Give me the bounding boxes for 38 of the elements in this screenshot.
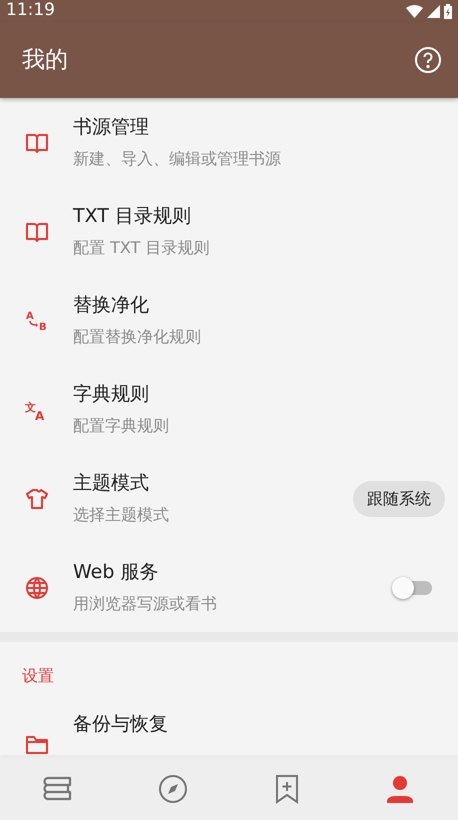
item-subtitle: 配置字典规则 — [73, 416, 170, 438]
item-title: Web 服务 — [73, 560, 160, 584]
theme-mode-chip[interactable]: 跟随系统 — [353, 480, 445, 516]
item-title: TXT 目录规则 — [73, 204, 192, 228]
settings-item[interactable]: A B 替换净化 配置替换净化规则 — [0, 276, 458, 365]
status-time: 11:19 — [6, 0, 55, 22]
item-subtitle: 新建、导入、编辑或管理书源 — [73, 149, 282, 170]
settings-item[interactable]: TXT 目录规则 配置 TXT 目录规则 — [0, 187, 458, 276]
settings-item[interactable]: 书源管理 新建、导入、编辑或管理书源 — [0, 98, 458, 187]
item-title: 备份与恢复 — [73, 712, 169, 737]
item-subtitle: 配置 TXT 目录规则 — [73, 238, 210, 260]
shirt-icon — [24, 488, 48, 510]
translate-icon: 文 A — [24, 398, 48, 420]
item-title: 替换净化 — [73, 292, 150, 318]
settings-item[interactable]: 备份与恢复 — [0, 708, 458, 757]
wifi-icon — [406, 4, 423, 18]
section-header: 设置 — [21, 665, 55, 687]
help-icon — [414, 46, 442, 74]
battery-icon — [444, 4, 452, 18]
settings-item[interactable]: 文 A 字典规则 配置字典规则 — [0, 365, 458, 454]
settings-item[interactable]: 主题模式 选择主题模式 跟随系统 — [0, 454, 458, 543]
settings-item[interactable]: Web 服务 用浏览器写源或看书 — [0, 543, 458, 632]
item-title: 字典规则 — [73, 382, 150, 406]
item-title: 主题模式 — [73, 470, 150, 496]
person-icon — [385, 774, 416, 804]
bookmark-add-icon — [274, 774, 300, 804]
item-subtitle: 配置替换净化规则 — [73, 327, 202, 348]
signal-icon — [427, 4, 440, 18]
item-title: 书源管理 — [73, 114, 150, 140]
book-icon — [24, 132, 48, 154]
folder-icon — [24, 734, 48, 756]
bookshelf-icon — [42, 774, 73, 802]
page-title: 我的 — [22, 46, 68, 75]
item-subtitle: 选择主题模式 — [73, 505, 170, 526]
compass-icon — [158, 774, 188, 804]
item-subtitle: 用浏览器写源或看书 — [73, 594, 218, 616]
book-icon — [24, 220, 48, 242]
globe-icon — [24, 576, 48, 600]
